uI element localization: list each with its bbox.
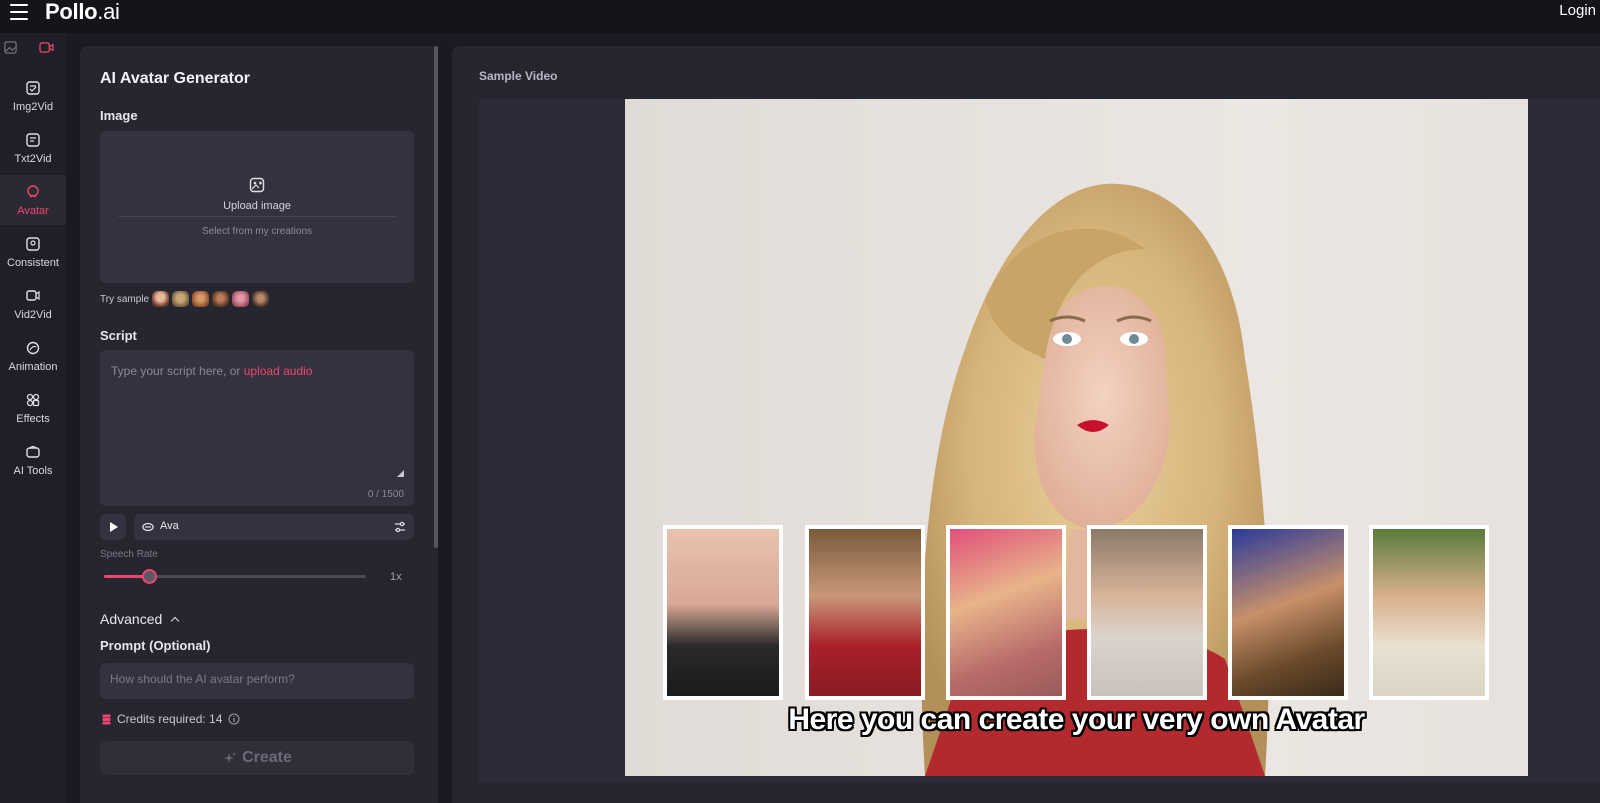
nav-label: Avatar	[17, 205, 49, 217]
preview-panel: Sample Video Here you can create your ve…	[452, 46, 1600, 803]
avatar-example-card[interactable]	[1369, 525, 1489, 700]
advanced-toggle[interactable]: Advanced	[100, 611, 180, 627]
divider	[118, 216, 396, 217]
speech-rate-thumb[interactable]	[142, 569, 157, 584]
speech-rate-label: Speech Rate	[100, 549, 158, 560]
avatar-icon	[27, 185, 39, 198]
panel-title: AI Avatar Generator	[100, 70, 250, 87]
upload-image-button[interactable]: Upload image	[100, 177, 414, 212]
prompt-label: Prompt (Optional)	[100, 638, 211, 653]
script-label: Script	[100, 328, 137, 343]
voice-settings-icon[interactable]	[394, 521, 406, 533]
avatar-example-card[interactable]	[805, 525, 925, 700]
nav-label: Animation	[8, 361, 58, 373]
sample-thumbnail[interactable]	[172, 291, 190, 307]
image-icon[interactable]	[4, 41, 17, 54]
nav-label: Img2Vid	[12, 101, 54, 113]
effects-icon	[26, 393, 40, 407]
hamburger-menu-icon[interactable]	[10, 4, 28, 20]
sample-thumbnail[interactable]	[252, 291, 270, 307]
video-caption: Here you can create your very own Avatar	[788, 703, 1365, 736]
avatar-example-card[interactable]	[1228, 525, 1348, 700]
sample-thumbnail[interactable]	[152, 291, 170, 307]
nav-label: AI Tools	[13, 465, 53, 477]
voice-name: Ava	[160, 520, 179, 532]
nav-animation[interactable]: Animation	[0, 331, 66, 381]
nav-label: Txt2Vid	[14, 153, 52, 165]
vid2vid-icon	[26, 290, 40, 301]
credits-info: Credits required: 14	[102, 712, 240, 726]
info-icon[interactable]	[228, 713, 240, 725]
mode-switch	[0, 41, 66, 61]
nav-effects[interactable]: Effects	[0, 383, 66, 433]
voice-icon	[142, 522, 154, 532]
resize-handle-icon[interactable]	[397, 470, 404, 477]
chevron-up-icon	[171, 616, 180, 626]
nav-img2vid[interactable]: Img2Vid	[0, 71, 66, 121]
nav-label: Vid2Vid	[14, 309, 52, 321]
speech-rate-slider[interactable]	[104, 569, 366, 584]
try-sample-row: Try sample	[100, 291, 272, 307]
credits-text: Credits required: 14	[117, 712, 223, 726]
prompt-field[interactable]	[100, 663, 414, 699]
nav-label: Consistent	[7, 257, 59, 269]
panel-scrollbar[interactable]	[434, 46, 438, 548]
upload-image-icon	[249, 177, 265, 193]
video-stage: Here you can create your very own Avatar	[479, 99, 1600, 782]
upload-image-label: Upload image	[223, 200, 291, 212]
nav-txt2vid[interactable]: Txt2Vid	[0, 123, 66, 173]
voice-selector[interactable]: Ava	[134, 514, 414, 540]
video-icon[interactable]	[39, 41, 54, 54]
img2vid-icon	[26, 81, 40, 95]
sample-thumbnail[interactable]	[192, 291, 210, 307]
nav-ai-tools[interactable]: AI Tools	[0, 435, 66, 485]
sample-thumbnail[interactable]	[232, 291, 250, 307]
char-count: 0 / 1500	[367, 489, 404, 500]
nav-avatar[interactable]: Avatar	[0, 175, 66, 225]
generator-panel: AI Avatar Generator Image Upload image S…	[80, 46, 438, 803]
left-rail: Img2Vid Txt2Vid Avatar Consistent Vid2Vi…	[0, 33, 66, 803]
script-placeholder: Type your script here, or upload audio	[111, 364, 313, 378]
try-sample-label: Try sample	[100, 293, 150, 305]
prompt-input[interactable]	[100, 663, 414, 699]
speech-rate-value: 1x	[390, 571, 402, 583]
login-button[interactable]: Login	[1559, 2, 1596, 19]
top-bar: Pollo.ai Login	[0, 0, 1600, 33]
select-from-creations-link[interactable]: Select from my creations	[100, 226, 414, 237]
script-textarea[interactable]: Type your script here, or upload audio 0…	[100, 350, 414, 506]
avatar-example-card[interactable]	[1087, 525, 1207, 700]
sample-video[interactable]: Here you can create your very own Avatar	[625, 99, 1528, 776]
upload-audio-link[interactable]: upload audio	[244, 364, 313, 378]
credits-icon	[102, 714, 111, 724]
play-icon	[110, 522, 118, 532]
txt2vid-icon	[26, 133, 40, 147]
sample-video-title: Sample Video	[479, 69, 558, 83]
animation-icon	[26, 341, 40, 355]
logo[interactable]: Pollo.ai	[45, 0, 120, 25]
nav-vid2vid[interactable]: Vid2Vid	[0, 279, 66, 329]
sample-thumbnail[interactable]	[212, 291, 230, 307]
create-button[interactable]: Create	[100, 741, 414, 775]
play-voice-button[interactable]	[100, 514, 126, 540]
nav-consistent[interactable]: Consistent	[0, 227, 66, 277]
image-upload-area[interactable]: Upload image Select from my creations	[100, 131, 414, 283]
image-label: Image	[100, 108, 138, 123]
avatar-example-card[interactable]	[663, 525, 783, 700]
nav-label: Effects	[16, 413, 50, 425]
consistent-icon	[26, 237, 40, 251]
create-label: Create	[242, 749, 292, 766]
avatar-example-card[interactable]	[946, 525, 1066, 700]
ai-tools-icon	[26, 445, 40, 458]
